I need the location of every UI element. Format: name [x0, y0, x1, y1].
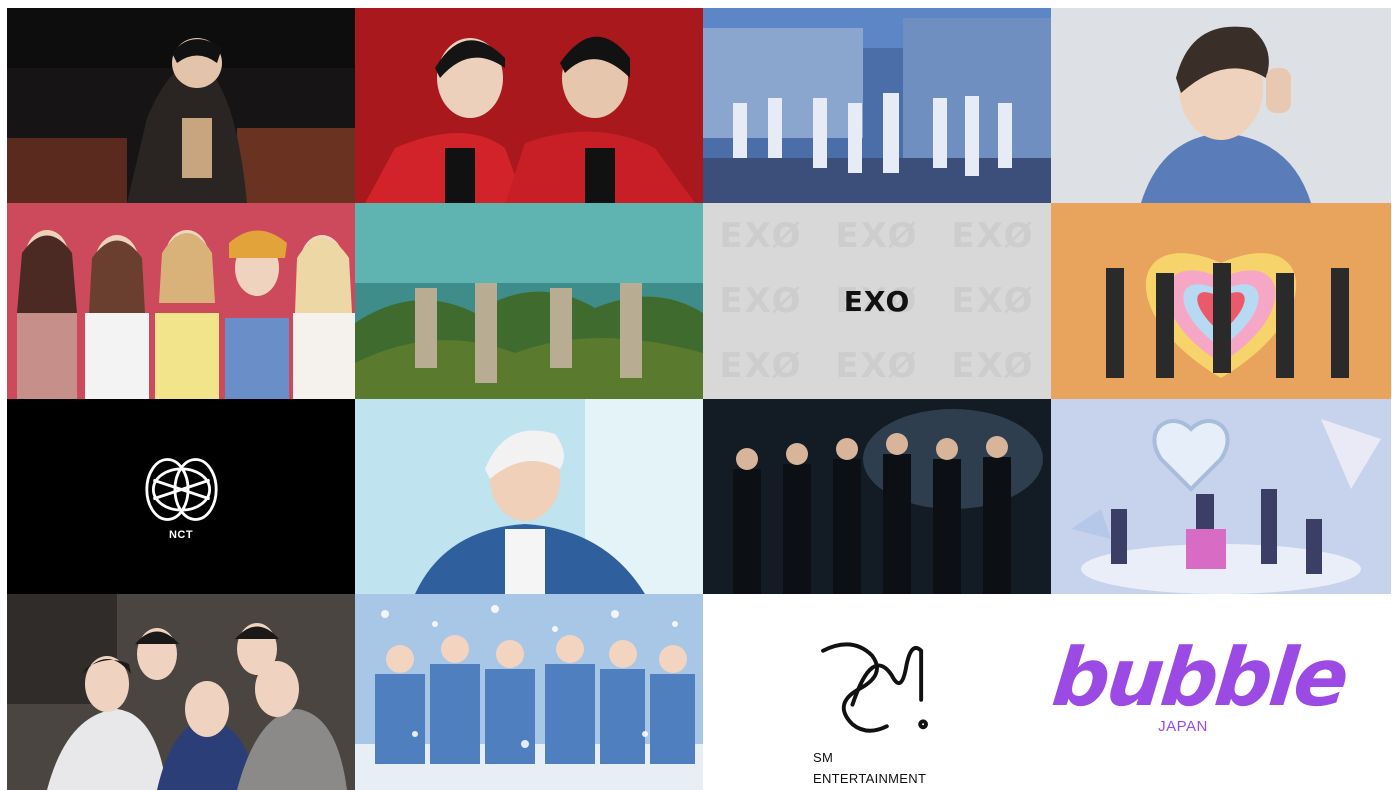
- artist-photo-5: [7, 203, 355, 399]
- artist-grid: EXØEXØEXØ EXØEXØEXØ EXØEXØEXØ EXO: [7, 8, 1391, 790]
- artist-photo-12: [1051, 399, 1391, 594]
- artist-photo-13: [7, 594, 355, 790]
- artist-photo-2: [355, 8, 703, 203]
- exo-logo-text: EXO: [843, 284, 911, 318]
- artist-photo-10: [355, 399, 703, 594]
- bubble-japan-logo: bubble JAPAN: [1048, 631, 1350, 735]
- artist-photo-1: [7, 8, 355, 203]
- artist-photo-3: [703, 8, 1051, 203]
- nct-logo-text: NCT: [168, 529, 194, 541]
- artist-photo-4: [1051, 8, 1391, 203]
- artist-photo-14: [355, 594, 703, 790]
- partner-logos-panel: SM ENTERTAINMENT bubble JAPAN: [703, 594, 1391, 790]
- sm-logo-text-line1: SM: [813, 750, 834, 765]
- nct-emblem-icon: [144, 458, 218, 521]
- sm-logo-text-line2: ENTERTAINMENT: [813, 771, 927, 786]
- artist-photo-11: [703, 399, 1051, 594]
- sm-entertainment-logo: SM ENTERTAINMENT: [813, 636, 953, 786]
- artist-photo-8: [1051, 203, 1391, 399]
- sm-logo-icon: [821, 642, 929, 733]
- artist-photo-6: [355, 203, 703, 399]
- exo-logo-tile: EXØ EXØ EXØ EXØ EXØ EXØ EXØ EXØ EXØ EXO: [703, 203, 1051, 399]
- nct-logo-tile: NCT: [7, 399, 355, 594]
- bubble-logo-text: bubble: [1048, 631, 1351, 724]
